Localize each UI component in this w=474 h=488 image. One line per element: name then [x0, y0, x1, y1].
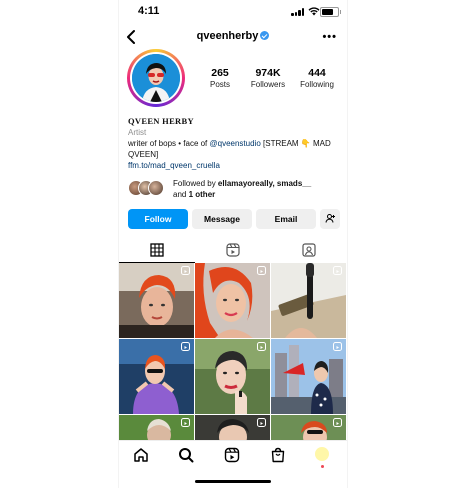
profile-avatar-tab[interactable] — [315, 447, 329, 461]
post-thumbnail[interactable] — [195, 415, 270, 440]
add-friend-button[interactable] — [320, 209, 340, 229]
followed-by-names: ellamayoreally, smads__ — [217, 179, 312, 188]
reels-badge-icon — [181, 342, 190, 351]
status-bar: 4:11 — [119, 0, 347, 22]
bio-website-link[interactable]: ffm.to/mad_qveen_cruella — [128, 160, 340, 171]
reels-badge-icon — [333, 266, 342, 275]
post-thumbnail[interactable] — [195, 263, 270, 338]
reels-badge-icon — [181, 266, 190, 275]
stat-following[interactable]: 444 Following — [295, 67, 339, 89]
notification-dot — [321, 465, 324, 468]
header-username: qveenherby — [119, 30, 347, 42]
post-thumbnail[interactable] — [119, 339, 194, 414]
posts-count: 265 — [211, 67, 229, 79]
followed-by-other: 1 other — [188, 190, 216, 199]
post-thumbnail[interactable] — [271, 339, 346, 414]
profile-bio: QVEEN HERBY Artist writer of bops • face… — [128, 116, 340, 171]
verified-badge-icon — [260, 31, 270, 40]
stat-posts[interactable]: 265 Posts — [199, 67, 241, 89]
profile-tabs — [119, 238, 347, 263]
profile-avatar-story-ring[interactable] — [127, 49, 185, 107]
reels-icon[interactable] — [224, 447, 240, 463]
reels-badge-icon — [181, 418, 190, 427]
bio-mention-link[interactable]: @qveenstudio — [210, 139, 261, 148]
tab-grid[interactable] — [119, 238, 195, 263]
following-count: 444 — [308, 67, 326, 79]
profile-avatar — [132, 54, 180, 102]
followed-by-prefix: Followed by — [173, 179, 218, 188]
profile-header: qveenherby ••• — [119, 26, 347, 48]
search-icon[interactable] — [178, 447, 194, 463]
posts-grid — [119, 263, 347, 440]
add-person-icon — [325, 214, 335, 223]
post-thumbnail[interactable] — [271, 263, 346, 338]
reels-badge-icon — [257, 342, 266, 351]
post-thumbnail[interactable] — [119, 415, 194, 440]
username-text: qveenherby — [196, 30, 259, 42]
reels-icon — [226, 243, 240, 257]
phone-screen: 4:11 qveenherby ••• 265 Posts 974K Follo… — [118, 0, 348, 488]
post-thumbnail[interactable] — [271, 415, 346, 440]
bio-prefix: writer of bops • face of — [128, 139, 210, 148]
grid-icon — [150, 243, 164, 257]
tagged-icon — [302, 243, 316, 257]
followed-by-and: and — [173, 190, 189, 199]
shop-icon[interactable] — [270, 447, 286, 463]
followers-count: 974K — [255, 67, 281, 79]
post-thumbnail[interactable] — [195, 339, 270, 414]
battery-icon — [320, 7, 341, 17]
profile-name: QVEEN HERBY — [128, 116, 194, 126]
reels-badge-icon — [257, 266, 266, 275]
following-label: Following — [300, 80, 334, 89]
followers-label: Followers — [250, 80, 286, 89]
status-time: 4:11 — [138, 5, 160, 17]
home-indicator — [195, 480, 271, 483]
tab-tagged[interactable] — [271, 238, 347, 262]
reels-badge-icon — [257, 418, 266, 427]
home-icon[interactable] — [133, 447, 149, 463]
more-options-icon[interactable]: ••• — [322, 31, 337, 43]
message-button[interactable]: Message — [192, 209, 252, 229]
post-thumbnail[interactable] — [119, 263, 194, 338]
email-button[interactable]: Email — [256, 209, 316, 229]
tab-reels[interactable] — [195, 238, 271, 262]
follower-avatar — [148, 180, 164, 196]
profile-actions: Follow Message Email — [128, 209, 340, 229]
followed-by[interactable]: Followed by ellamayoreally, smads__ and … — [128, 178, 340, 200]
wifi-icon — [308, 7, 320, 16]
followed-by-text: Followed by ellamayoreally, smads__ and … — [173, 178, 343, 200]
cellular-signal-icon — [291, 8, 305, 16]
reels-badge-icon — [333, 418, 342, 427]
posts-label: Posts — [209, 80, 230, 89]
follow-button[interactable]: Follow — [128, 209, 188, 229]
bio-text: writer of bops • face of @qveenstudio [S… — [128, 138, 340, 160]
profile-category: Artist — [128, 128, 147, 137]
reels-badge-icon — [333, 342, 342, 351]
stat-followers[interactable]: 974K Followers — [245, 67, 291, 89]
